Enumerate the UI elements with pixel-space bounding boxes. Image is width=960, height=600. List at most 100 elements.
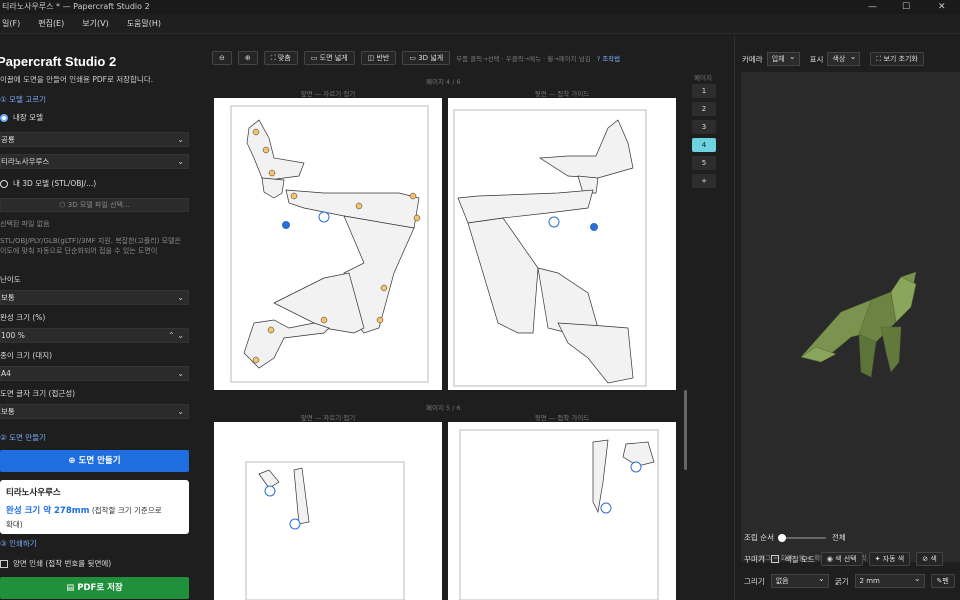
layout-pattern-button[interactable]: ▭ 도면 넓게	[303, 51, 355, 65]
difficulty-label: 난이도	[0, 275, 21, 284]
pick-color-button[interactable]: ◉ 색 선택	[820, 552, 863, 566]
file-select-button[interactable]: ⬡ 3D 모델 파일 선택...	[0, 198, 189, 212]
make-pattern-button[interactable]: ⊕ 도면 만들기	[0, 450, 189, 472]
menu-help[interactable]: 도움말(H)	[125, 14, 163, 33]
minimize-button[interactable]: —	[868, 0, 877, 14]
file-button-label: 3D 모델 파일 선택...	[67, 201, 130, 209]
duplex-label: 양면 인쇄 (접착 번호를 뒷면에)	[13, 559, 112, 568]
my-model-radio[interactable]: 내 3D 모델 (STL/OBJ/...)	[0, 178, 96, 189]
3d-toolbar: 카메라 입체 표시 색상 ⛶ 보기 초기화	[738, 50, 960, 68]
layout-half-label: 반반	[376, 54, 390, 62]
chevron-down-icon: ⌄	[177, 293, 184, 302]
auto-color-button[interactable]: ✦ 자동 색	[868, 552, 911, 566]
duplex-checkbox[interactable]: 양면 인쇄 (접착 번호를 뒷면에)	[0, 558, 111, 569]
support-note-2: 이도에 맞춰 자동으로 단순화되어 접을 수 있는 도면이	[0, 247, 158, 255]
close-button[interactable]: ✕	[938, 0, 946, 14]
zoom-out-icon: ⊖	[219, 54, 225, 62]
assembly-slider[interactable]	[777, 533, 826, 542]
fit-icon: ⛶	[270, 54, 278, 62]
pattern-view: ⊖ ⊕ ⛶ 맞춤 ▭ 도면 넓게 ◫ 반반 ▭ 3D 넓게 부품 클릭→선택 ·…	[212, 36, 734, 600]
draw-select[interactable]: 없음	[770, 573, 829, 588]
clear-color-button[interactable]: ⊘ 색	[916, 552, 943, 566]
decorate-row: 꾸미기 색칠 모드 ◉ 색 선택 ✦ 자동 색 ⊘ 색	[744, 552, 943, 566]
back-caption: 뒷면 — 접착 가이드	[534, 90, 590, 98]
builtin-model-radio[interactable]: 내장 모델	[0, 112, 43, 123]
back-caption: 뒷면 — 접착 가이드	[534, 414, 590, 422]
pen-label: 펜	[942, 577, 949, 585]
thickness-spinbox[interactable]: 2 mm	[854, 573, 925, 588]
result-size: 완성 크기 약 278mm (접착할 크기 기준으로 확대)	[6, 504, 183, 531]
pattern-parts-back-5	[459, 429, 659, 600]
add-page-button[interactable]: +	[692, 174, 716, 188]
document-icon: ▤	[66, 583, 78, 593]
menu-edit[interactable]: 편집(E)	[36, 14, 66, 33]
reset-view-button[interactable]: ⛶ 보기 초기화	[870, 52, 924, 66]
pen-button[interactable]: ✎펜	[930, 574, 955, 588]
pattern-parts-back	[453, 109, 647, 387]
page-4-back[interactable]: 뒷면 — 접착 가이드	[448, 90, 676, 390]
size-suffix-2: 확대)	[6, 520, 23, 529]
page-4-front[interactable]: 앞면 — 자르기·접기	[214, 90, 442, 390]
menu-file[interactable]: 일(F)	[0, 14, 22, 33]
page-button-4[interactable]: 4	[692, 138, 716, 152]
font-size-select[interactable]: 보통 ⌄	[0, 404, 189, 419]
model-select[interactable]: 티라노사우루스 ⌄	[0, 154, 189, 169]
page-button-1[interactable]: 1	[692, 84, 716, 98]
layout-icon: ▭	[310, 54, 320, 62]
front-caption: 앞면 — 자르기·접기	[300, 90, 356, 98]
cube-icon: ⬡	[59, 201, 68, 209]
assembly-label: 조립 순서	[744, 533, 774, 542]
color-mode-label: 색칠 모드	[784, 554, 815, 564]
paper-label: 종이 크기 (대지)	[0, 351, 53, 360]
layout-3d-button[interactable]: ▭ 3D 넓게	[402, 51, 451, 65]
zoom-in-icon: ⊕	[244, 54, 251, 62]
target-icon: ◉	[826, 555, 836, 563]
page-button-5[interactable]: 5	[692, 156, 716, 170]
section-model: ① 모델 고르기	[0, 95, 46, 104]
page-5-back[interactable]: 뒷면 — 접착 가이드	[448, 414, 676, 600]
camera-select[interactable]: 입체	[766, 51, 800, 66]
page-5-front[interactable]: 앞면 — 자르기·접기	[214, 414, 442, 600]
vertical-scrollbar[interactable]	[684, 390, 687, 470]
category-select[interactable]: 공룡 ⌄	[0, 132, 189, 147]
layout-half-button[interactable]: ◫ 반반	[360, 51, 397, 65]
spin-arrows-icon: ⌃ ⌄	[168, 331, 184, 340]
size-spinbox[interactable]: 100 % ⌃ ⌄	[0, 328, 189, 343]
help-label: ? 조작법	[596, 55, 621, 63]
zoom-out-button[interactable]: ⊖	[212, 51, 232, 65]
chevron-down-icon: ⌄	[177, 157, 184, 166]
no-file-text: 선택된 파일 없음	[0, 220, 50, 228]
menu-bar: 일(F) 편집(E) 보기(V) 도움말(H)	[0, 14, 960, 34]
clear-color-label: 색	[930, 555, 937, 563]
maximize-button[interactable]: ☐	[902, 0, 910, 14]
difficulty-select[interactable]: 보통 ⌄	[0, 290, 189, 305]
page-button-2[interactable]: 2	[692, 102, 716, 116]
model-render	[800, 271, 917, 378]
size-suffix: (접착할 크기 기준으로	[89, 506, 162, 515]
help-link[interactable]: ? 조작법	[597, 53, 620, 63]
pdf-button-label: PDF로 저장	[77, 583, 123, 593]
assembly-row: 조립 순서 전체	[744, 532, 846, 543]
chevron-down-icon: ⌄	[177, 135, 184, 144]
model-value: 티라노사우루스	[1, 157, 50, 166]
window-title: 티라노사우루스 * — Papercraft Studio 2	[2, 2, 150, 11]
sparkle-icon: ✦	[874, 555, 883, 563]
display-select[interactable]: 색상	[827, 51, 861, 66]
page-button-3[interactable]: 3	[692, 120, 716, 134]
size-value-mm: 278mm	[53, 506, 90, 516]
fit-button[interactable]: ⛶ 맞춤	[263, 51, 298, 65]
draw-label: 그리기	[744, 576, 765, 586]
panel-divider[interactable]	[734, 36, 735, 600]
paper-select[interactable]: A4 ⌄	[0, 366, 189, 381]
app-title: Papercraft Studio 2	[0, 54, 117, 69]
3d-viewport[interactable]: 드래그 = 회전 · 휠 = 확대/축소 · 한 클릭 = 부품 선택	[741, 72, 960, 562]
assembly-value: 전체	[831, 533, 846, 542]
reset-view-label: 보기 초기화	[883, 55, 918, 63]
slider-knob[interactable]	[777, 533, 786, 542]
zoom-in-button[interactable]: ⊕	[237, 51, 258, 65]
save-pdf-button[interactable]: ▤ PDF로 저장	[0, 577, 189, 599]
menu-view[interactable]: 보기(V)	[80, 14, 110, 33]
size-value: 100 %	[1, 331, 25, 340]
color-mode-checkbox[interactable]	[770, 555, 779, 563]
radio-selected-icon	[0, 113, 8, 122]
